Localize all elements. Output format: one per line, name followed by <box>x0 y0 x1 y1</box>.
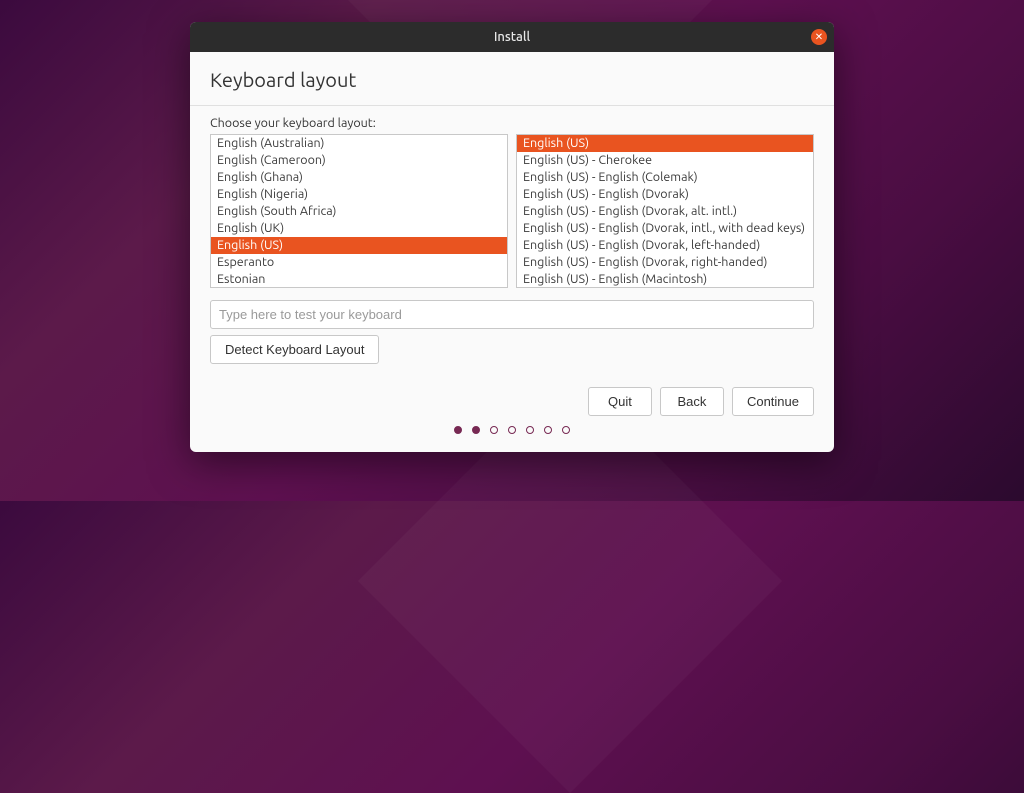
variant-item[interactable]: English (US) - Cherokee <box>517 152 813 169</box>
variant-item[interactable]: English (US) - English (Dvorak, intl., w… <box>517 220 813 237</box>
layout-listbox[interactable]: English (Australian)English (Cameroon)En… <box>210 134 508 288</box>
progress-dot <box>562 426 570 434</box>
layout-item[interactable]: English (Ghana) <box>211 169 507 186</box>
content-area: Keyboard layout Choose your keyboard lay… <box>190 52 834 452</box>
variant-item[interactable]: English (US) - English (Dvorak, alt. int… <box>517 203 813 220</box>
continue-button[interactable]: Continue <box>732 387 814 416</box>
layout-item[interactable]: Esperanto <box>211 254 507 271</box>
layout-item[interactable]: English (UK) <box>211 220 507 237</box>
progress-dot <box>526 426 534 434</box>
variant-item[interactable]: English (US) - English (Colemak) <box>517 169 813 186</box>
page-title: Keyboard layout <box>210 68 814 91</box>
variant-item[interactable]: English (US) - English (Dvorak, left-han… <box>517 237 813 254</box>
layout-item[interactable]: English (Australian) <box>211 135 507 152</box>
title-bar: Install ✕ <box>190 22 834 52</box>
close-button[interactable]: ✕ <box>811 29 827 45</box>
progress-dot <box>508 426 516 434</box>
layout-item[interactable]: English (US) <box>211 237 507 254</box>
test-row <box>210 300 814 329</box>
layout-item[interactable]: English (South Africa) <box>211 203 507 220</box>
close-icon: ✕ <box>815 32 823 42</box>
quit-button[interactable]: Quit <box>588 387 652 416</box>
layout-item[interactable]: English (Cameroon) <box>211 152 507 169</box>
variant-listbox[interactable]: English (US)English (US) - CherokeeEngli… <box>516 134 814 288</box>
variant-item[interactable]: English (US) - English (Dvorak) <box>517 186 813 203</box>
detect-row: Detect Keyboard Layout <box>210 335 814 364</box>
variant-item[interactable]: English (US) - English (Dvorak, right-ha… <box>517 254 813 271</box>
progress-dot <box>490 426 498 434</box>
instruction-label: Choose your keyboard layout: <box>210 116 814 130</box>
divider <box>190 105 834 106</box>
variant-item[interactable]: English (US) <box>517 135 813 152</box>
keyboard-test-input[interactable] <box>210 300 814 329</box>
footer-buttons: Quit Back Continue <box>210 375 814 416</box>
detect-layout-button[interactable]: Detect Keyboard Layout <box>210 335 379 364</box>
progress-dot <box>472 426 480 434</box>
layout-item[interactable]: Estonian <box>211 271 507 288</box>
layout-item[interactable]: English (Nigeria) <box>211 186 507 203</box>
installer-window: Install ✕ Keyboard layout Choose your ke… <box>190 22 834 452</box>
back-button[interactable]: Back <box>660 387 724 416</box>
progress-dots <box>210 426 814 440</box>
progress-dot <box>544 426 552 434</box>
variant-item[interactable]: English (US) - English (Macintosh) <box>517 271 813 288</box>
layout-lists: English (Australian)English (Cameroon)En… <box>210 134 814 288</box>
progress-dot <box>454 426 462 434</box>
window-title: Install <box>494 30 530 44</box>
